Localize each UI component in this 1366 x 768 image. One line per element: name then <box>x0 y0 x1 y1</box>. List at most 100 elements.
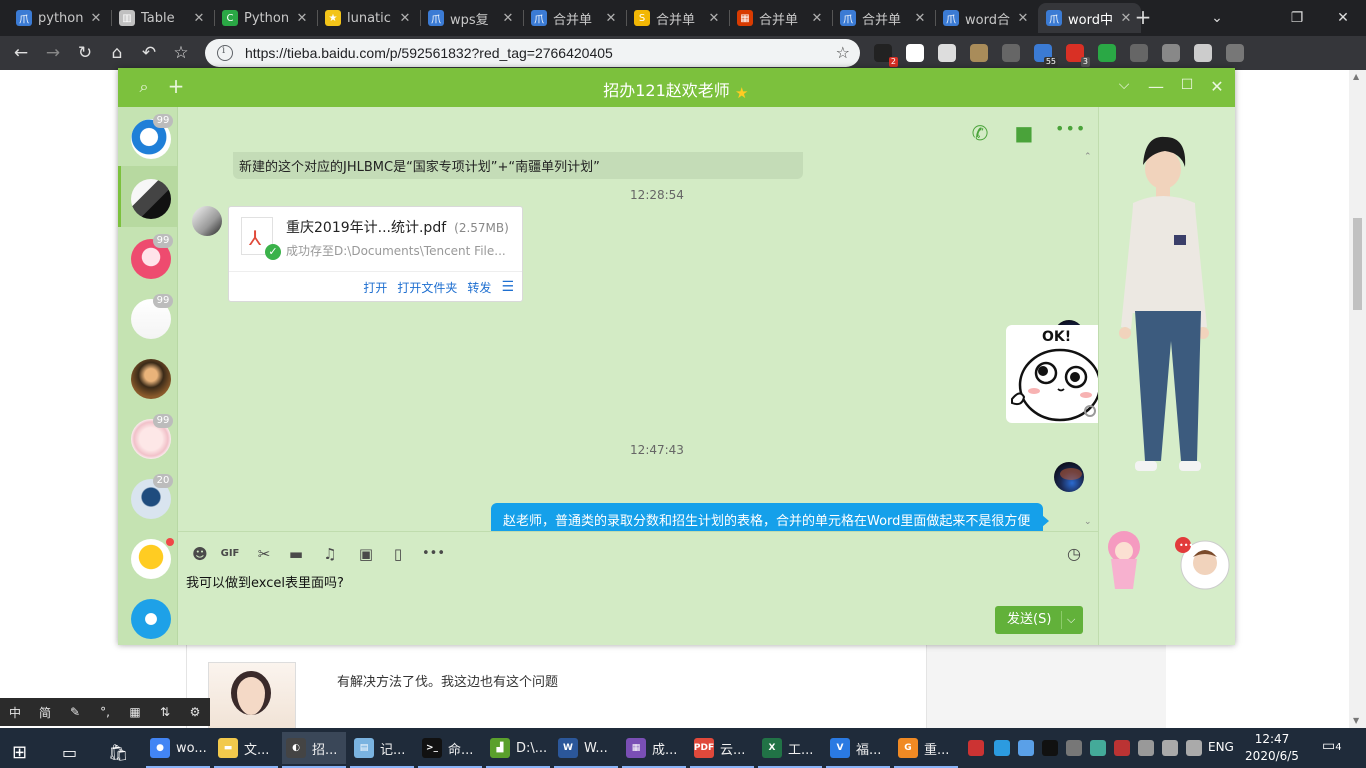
tray-app-icon[interactable] <box>1114 740 1130 756</box>
taskbar-app-button[interactable]: >_ 命... <box>418 732 482 768</box>
tab-close-icon[interactable]: ✕ <box>604 11 618 26</box>
taskbar-app-button[interactable]: G 重... <box>894 732 958 768</box>
store-icon[interactable]: 🛍 <box>108 736 128 768</box>
taskbar-app-button[interactable]: ● wo... <box>146 732 210 768</box>
browser-tab[interactable]: ▦ 合并单 ✕ <box>729 3 832 33</box>
emoji-icon[interactable]: ☻ <box>190 544 210 564</box>
ime-button[interactable]: 中 <box>0 704 30 721</box>
more-options-icon[interactable]: ••• <box>1055 119 1085 141</box>
bookmark-star-icon[interactable]: ☆ <box>168 40 194 66</box>
ok-sticker[interactable]: OK! <box>1006 325 1104 423</box>
tray-app-icon[interactable] <box>1090 740 1106 756</box>
video-call-icon[interactable]: ■ <box>1012 121 1036 145</box>
tab-close-icon[interactable]: ✕ <box>810 11 824 26</box>
maximize-icon[interactable]: ☐ <box>1177 77 1197 93</box>
sender-avatar[interactable] <box>192 206 222 236</box>
send-button[interactable]: 发送(S) ⌵ <box>995 606 1083 634</box>
more-tools-icon[interactable]: ••• <box>422 544 445 564</box>
ime-button[interactable]: ⇅ <box>150 705 180 719</box>
taskbar-app-button[interactable]: ▦ 成... <box>622 732 686 768</box>
extension-icon[interactable] <box>1226 44 1244 62</box>
ime-button[interactable]: ✎ <box>60 705 90 719</box>
tab-close-icon[interactable]: ✕ <box>501 11 515 26</box>
extension-icon[interactable] <box>938 44 956 62</box>
scroll-down-icon[interactable]: ▼ <box>1353 716 1359 725</box>
forward-icon[interactable]: → <box>40 40 66 66</box>
tab-close-icon[interactable]: ✕ <box>89 11 103 26</box>
tray-app-icon[interactable] <box>968 740 984 756</box>
extension-icon[interactable]: 2 <box>874 44 898 67</box>
scroll-top-icon[interactable]: ⌃ <box>1084 152 1092 162</box>
browser-tab[interactable]: 爪合并单 ✕ <box>832 3 935 33</box>
image-icon[interactable]: ▣ <box>356 544 376 564</box>
browser-tab[interactable]: 爪 word合 ✕ <box>935 3 1038 33</box>
folder-icon[interactable]: ▬ <box>286 544 306 564</box>
bookmark-page-icon[interactable]: ☆ <box>836 43 850 62</box>
address-bar[interactable]: https://tieba.baidu.com/p/592561832?red_… <box>205 39 860 67</box>
file-message-card[interactable]: ⅄ ✓ 重庆2019年计...统计.pdf (2.57MB) 成功存至D:\Doc… <box>228 206 523 302</box>
browser-tab[interactable]: 爪合并单 ✕ <box>523 3 626 33</box>
my-avatar[interactable] <box>1054 462 1084 492</box>
new-tab-button[interactable]: + <box>1132 6 1154 28</box>
ime-button[interactable]: °, <box>90 705 120 719</box>
file-menu-icon[interactable]: ☰ <box>501 279 514 295</box>
taskbar-app-button[interactable]: V 福... <box>826 732 890 768</box>
extension-icon[interactable] <box>1002 44 1020 62</box>
browser-tab[interactable]: C Python ✕ <box>214 3 317 33</box>
scroll-up-icon[interactable]: ▲ <box>1353 72 1359 81</box>
taskbar-app-button[interactable]: PDF 云... <box>690 732 754 768</box>
tray-app-icon[interactable] <box>994 740 1010 756</box>
contact-avatar[interactable] <box>131 359 171 399</box>
back-icon[interactable]: ← <box>8 40 34 66</box>
gif-icon[interactable]: GIF <box>220 544 240 564</box>
open-folder-link[interactable]: 打开文件夹 <box>397 279 457 296</box>
tray-app-icon[interactable] <box>1138 740 1154 756</box>
system-clock[interactable]: 12:47 2020/6/5 <box>1244 731 1300 765</box>
extension-icon[interactable]: 3 <box>1066 44 1090 67</box>
input-language[interactable]: ENG <box>1208 740 1234 754</box>
extension-icon[interactable]: 55 <box>1034 44 1058 67</box>
tab-close-icon[interactable]: ✕ <box>913 11 927 26</box>
page-scrollbar[interactable]: ▲ ▼ <box>1349 70 1366 730</box>
task-view-icon[interactable]: ▭ <box>62 736 77 768</box>
contact-avatar[interactable] <box>131 539 171 579</box>
browser-tab[interactable]: 爪 python ✕ <box>8 3 111 33</box>
notification-center-icon[interactable]: ▭4 <box>1322 738 1342 754</box>
message-area[interactable]: ✆ ■ ••• ⌃ 新建的这个对应的JHLBMC是“国家专项计划”+“南疆单列计… <box>178 107 1104 541</box>
taskbar-app-button[interactable]: X 工... <box>758 732 822 768</box>
ime-button[interactable]: ▦ <box>120 705 150 719</box>
collapse-icon[interactable]: ⌵ <box>1114 77 1134 93</box>
music-icon[interactable]: ♫ <box>320 544 340 564</box>
tray-cloud-icon[interactable] <box>1018 740 1034 756</box>
open-file-link[interactable]: 打开 <box>363 279 387 296</box>
close-window-button[interactable]: ✕ <box>1320 0 1366 36</box>
minimize-icon[interactable]: — <box>1146 77 1166 96</box>
tray-app-icon[interactable] <box>1066 740 1082 756</box>
home-icon[interactable]: ⌂ <box>104 40 130 66</box>
tab-close-icon[interactable]: ✕ <box>707 11 721 26</box>
extension-icon[interactable] <box>906 44 924 62</box>
extension-icon[interactable] <box>1162 44 1180 62</box>
ime-button[interactable]: 简 <box>30 704 60 721</box>
taskbar-app-button[interactable]: ▟ D:\... <box>486 732 550 768</box>
browser-tab[interactable]: ▥ Table ✕ <box>111 3 214 33</box>
tab-search-icon[interactable]: ⌄ <box>1194 0 1240 36</box>
browser-tab[interactable]: 爪 word中 ✕ <box>1038 3 1141 33</box>
scroll-thumb[interactable] <box>1353 218 1362 310</box>
contact-avatar[interactable] <box>131 599 171 639</box>
shake-icon[interactable]: ▯ <box>388 544 408 564</box>
browser-tab[interactable]: ★ lunatic ✕ <box>317 3 420 33</box>
network-icon[interactable] <box>1162 740 1178 756</box>
site-info-icon[interactable] <box>217 45 233 61</box>
tab-close-icon[interactable]: ✕ <box>1119 11 1133 26</box>
taskbar-app-button[interactable]: ◐ 招... <box>282 732 346 768</box>
browser-tab[interactable]: S 合并单 ✕ <box>626 3 729 33</box>
extension-icon[interactable] <box>1194 44 1212 62</box>
voice-call-icon[interactable]: ✆ <box>968 121 992 145</box>
extension-icon[interactable] <box>1098 44 1116 62</box>
forward-file-link[interactable]: 转发 <box>467 279 491 296</box>
screenshot-scissors-icon[interactable]: ✂ <box>254 544 274 564</box>
tab-close-icon[interactable]: ✕ <box>192 11 206 26</box>
extension-icon[interactable] <box>970 44 988 62</box>
tab-close-icon[interactable]: ✕ <box>1016 11 1030 26</box>
